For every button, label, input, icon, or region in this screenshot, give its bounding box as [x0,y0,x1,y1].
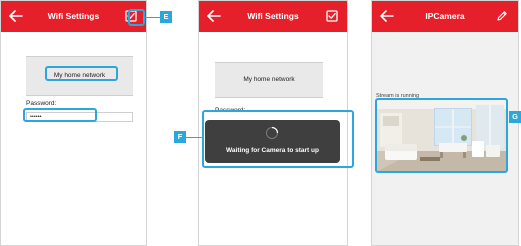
network-name: My home network [243,76,295,83]
callout-leader-f [186,137,202,138]
network-select[interactable]: My home network [215,62,323,98]
callout-g: G [509,111,521,123]
highlight-password-field [23,108,97,122]
pencil-icon[interactable] [496,10,508,22]
password-label: Password: [26,100,57,107]
app-header: IPCamera [372,1,518,32]
phone-screen-wifi-settings: Wifi Settings My home network Password: … [0,0,147,246]
callout-f: F [174,131,186,143]
app-header: Wifi Settings [1,1,146,32]
app-header: Wifi Settings [199,1,347,32]
highlight-loading-toast [202,110,354,168]
callout-leader-e [145,17,160,18]
highlight-confirm-button [128,9,145,26]
highlight-camera-stream [375,98,508,173]
callout-e: E [160,11,172,23]
header-title: Wifi Settings [247,11,299,21]
checkbox-confirm-icon[interactable] [326,10,338,22]
highlight-network-name [45,66,118,81]
stage: Wifi Settings My home network Password: … [0,0,521,246]
